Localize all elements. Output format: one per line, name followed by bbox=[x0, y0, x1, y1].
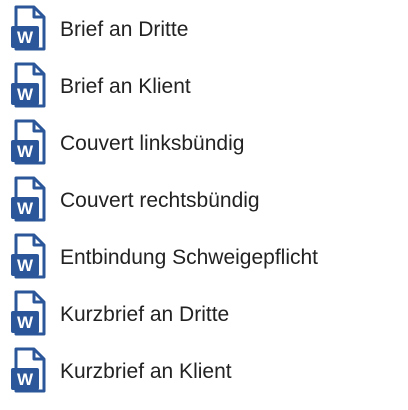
svg-text:W: W bbox=[17, 256, 34, 275]
word-document-icon: W bbox=[10, 232, 50, 280]
word-document-icon: W bbox=[10, 4, 50, 52]
svg-text:W: W bbox=[17, 199, 34, 218]
word-document-icon: W bbox=[10, 175, 50, 223]
svg-text:W: W bbox=[17, 370, 34, 389]
svg-text:W: W bbox=[17, 313, 34, 332]
file-name: Kurzbrief an Dritte bbox=[60, 303, 230, 326]
file-list: W Brief an Dritte W Brief an Klient W Co… bbox=[0, 0, 408, 410]
file-item-kurzbrief-an-dritte[interactable]: W Kurzbrief an Dritte bbox=[0, 285, 408, 341]
file-item-couvert-linksbuendig[interactable]: W Couvert linksbündig bbox=[0, 114, 408, 170]
svg-text:W: W bbox=[17, 142, 34, 161]
file-item-brief-an-dritte[interactable]: W Brief an Dritte bbox=[0, 0, 408, 56]
file-item-kurzbrief-an-klient[interactable]: W Kurzbrief an Klient bbox=[0, 342, 408, 398]
file-name: Brief an Klient bbox=[60, 75, 191, 98]
word-document-icon: W bbox=[10, 61, 50, 109]
file-name: Entbindung Schweigepflicht bbox=[60, 246, 319, 269]
file-name: Couvert rechtsbündig bbox=[60, 189, 260, 212]
svg-text:W: W bbox=[17, 85, 34, 104]
file-name: Kurzbrief an Klient bbox=[60, 360, 232, 383]
file-name: Brief an Dritte bbox=[60, 18, 189, 41]
svg-text:W: W bbox=[17, 28, 34, 47]
file-item-couvert-rechtsbuendig[interactable]: W Couvert rechtsbündig bbox=[0, 171, 408, 227]
word-document-icon: W bbox=[10, 118, 50, 166]
file-name: Couvert linksbündig bbox=[60, 132, 245, 155]
file-item-brief-an-klient[interactable]: W Brief an Klient bbox=[0, 57, 408, 113]
file-item-entbindung-schweigepflicht[interactable]: W Entbindung Schweigepflicht bbox=[0, 228, 408, 284]
word-document-icon: W bbox=[10, 289, 50, 337]
word-document-icon: W bbox=[10, 346, 50, 394]
